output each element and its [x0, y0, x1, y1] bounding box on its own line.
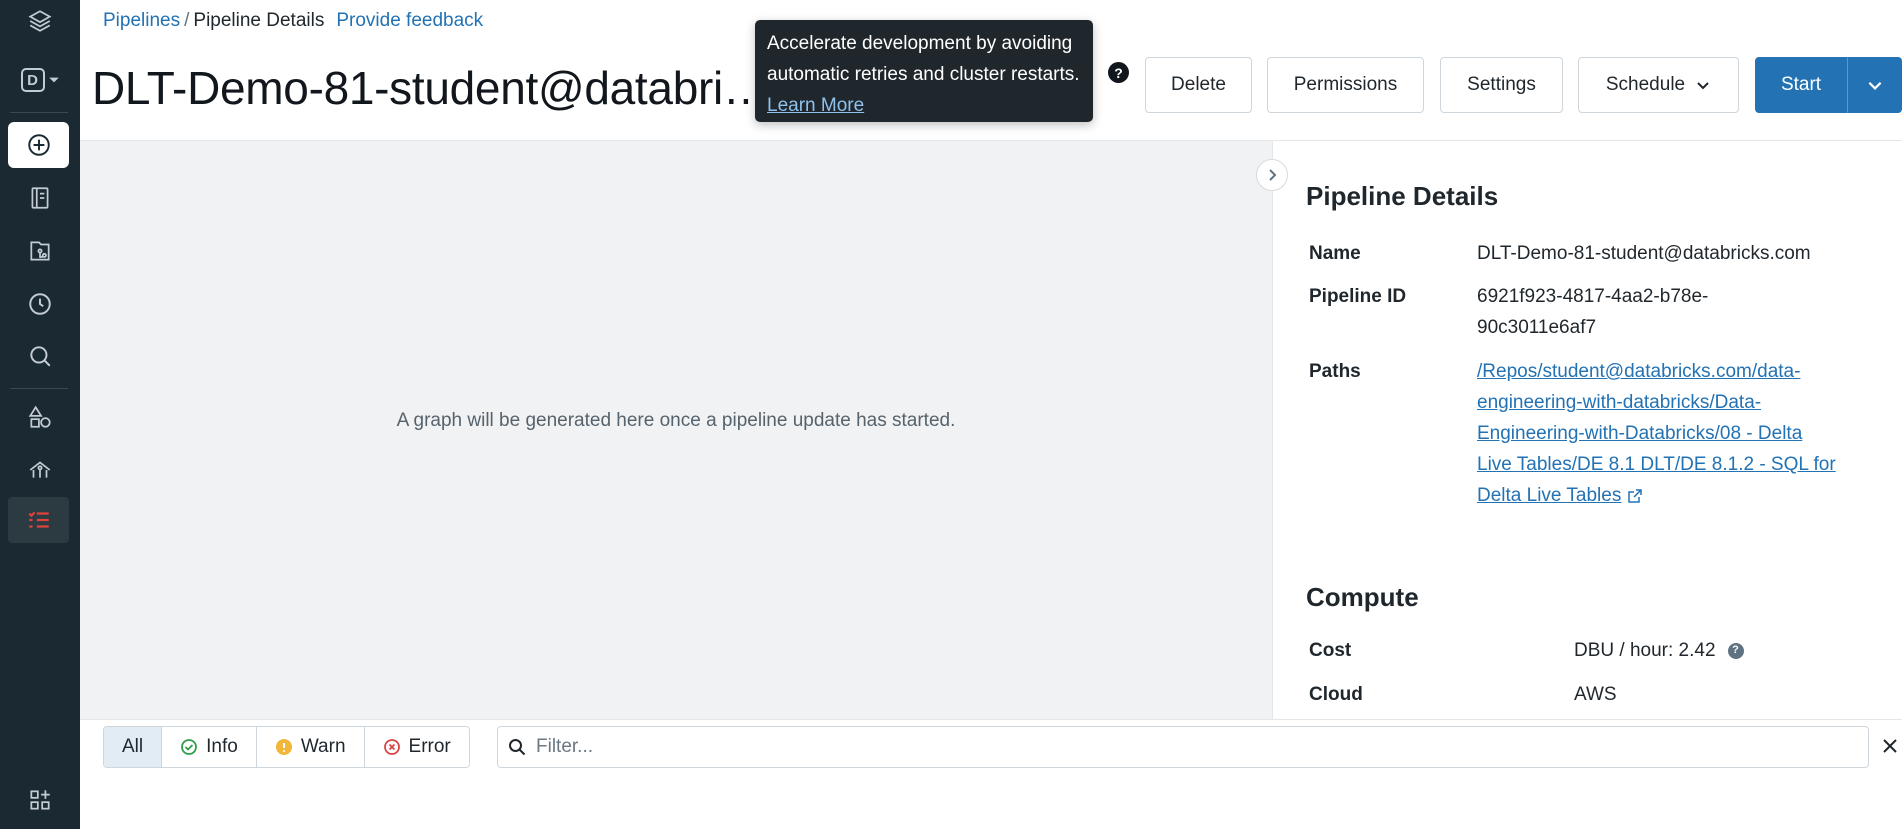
repos-icon[interactable]: [0, 226, 80, 276]
pipeline-id-line: 6921f923-4817-4aa2-b78e-: [1477, 286, 1709, 307]
search-icon: [509, 739, 526, 756]
left-sidebar: D: [0, 0, 80, 829]
pipeline-id-value: 6921f923-4817-4aa2-b78e- 90c3011e6af7: [1477, 281, 1877, 343]
delete-button[interactable]: Delete: [1145, 57, 1252, 113]
filter-all-label: All: [122, 736, 144, 757]
tooltip: Accelerate development by avoiding autom…: [755, 20, 1093, 122]
external-link-icon[interactable]: [1627, 488, 1643, 504]
logo-stack-icon[interactable]: [0, 0, 80, 46]
workspace-icon[interactable]: [0, 173, 80, 223]
path-link[interactable]: /Repos/student@databricks.com/data- engi…: [1477, 356, 1877, 511]
name-value: DLT-Demo-81-student@databricks.com: [1477, 243, 1811, 264]
path-line[interactable]: Delta Live Tables: [1477, 485, 1621, 506]
paths-label: Paths: [1309, 361, 1361, 382]
provide-feedback-link[interactable]: Provide feedback: [336, 10, 483, 31]
chevron-down-icon: [1697, 82, 1709, 90]
search-icon[interactable]: [0, 331, 80, 381]
breadcrumb-current: Pipeline Details: [193, 10, 325, 31]
sidebar-divider: [10, 388, 68, 389]
path-line[interactable]: engineering-with-databricks/Data-: [1477, 387, 1877, 418]
start-options-button[interactable]: [1847, 57, 1902, 113]
compute-heading: Compute: [1306, 582, 1419, 612]
pipeline-details-heading: Pipeline Details: [1306, 181, 1499, 211]
chevron-down-icon: [1868, 81, 1881, 90]
sidebar-divider: [10, 112, 68, 113]
filter-all-button[interactable]: All: [104, 727, 163, 767]
error-circle-icon: [383, 739, 400, 755]
tooltip-text: Accelerate development by avoiding autom…: [767, 33, 1080, 85]
path-line[interactable]: Engineering-with-Databricks/08 - Delta: [1477, 418, 1877, 449]
chevron-right-icon: [1269, 169, 1277, 181]
pipeline-id-label: Pipeline ID: [1309, 286, 1407, 307]
recents-icon[interactable]: [0, 279, 80, 329]
filter-info-button[interactable]: Info: [162, 727, 257, 767]
close-icon[interactable]: [1880, 736, 1900, 756]
cloud-label: Cloud: [1309, 684, 1363, 705]
log-filter-box: [497, 726, 1869, 768]
learn-more-link[interactable]: Learn More: [767, 95, 864, 116]
help-glyph: ?: [1114, 64, 1123, 81]
create-icon[interactable]: [8, 122, 69, 168]
workspace-switcher-icon: D: [20, 68, 45, 92]
log-level-filter: All Info Warn Error: [103, 726, 470, 768]
compute-icon[interactable]: [0, 445, 80, 495]
panel-divider: [1272, 141, 1273, 719]
breadcrumb: Pipelines / Pipeline Details Provide feedba…: [103, 8, 483, 34]
page-title: DLT-Demo-81-student@databri…: [92, 62, 769, 114]
graph-empty-message: A graph will be generated here once a pi…: [396, 410, 956, 431]
start-button[interactable]: Start: [1755, 57, 1847, 113]
schedule-label: Schedule: [1605, 74, 1686, 95]
cost-label: Cost: [1309, 640, 1352, 661]
cost-text: DBU / hour: 2.42: [1574, 640, 1716, 661]
pipeline-graph-area: A graph will be generated here once a pi…: [80, 141, 1272, 719]
filter-warn-button[interactable]: Warn: [256, 727, 365, 767]
check-circle-icon: [181, 739, 198, 755]
path-line[interactable]: Live Tables/DE 8.1 DLT/DE 8.1.2 - SQL fo…: [1477, 449, 1877, 480]
filter-info-label: Info: [206, 736, 238, 757]
pipeline-id-line: 90c3011e6af7: [1477, 317, 1597, 338]
breadcrumb-pipelines-link[interactable]: Pipelines: [103, 10, 180, 31]
path-line[interactable]: /Repos/student@databricks.com/data-: [1477, 356, 1877, 387]
data-icon[interactable]: [0, 392, 80, 442]
workflows-icon[interactable]: [8, 497, 69, 543]
log-filter-input[interactable]: [536, 736, 1868, 758]
settings-button[interactable]: Settings: [1440, 57, 1563, 113]
filter-error-label: Error: [408, 736, 451, 757]
question-icon[interactable]: ?: [1727, 642, 1744, 659]
filter-error-button[interactable]: Error: [364, 727, 469, 767]
chevron-down-icon: [48, 77, 59, 83]
breadcrumb-separator: /: [184, 10, 190, 31]
workspace-switcher[interactable]: D: [0, 55, 80, 105]
cloud-value: AWS: [1574, 684, 1617, 705]
collapse-panel-button[interactable]: [1256, 159, 1288, 191]
help-icon[interactable]: ?: [1108, 62, 1129, 83]
cost-value: DBU / hour: 2.42?: [1574, 635, 1902, 666]
paths-value: /Repos/student@databricks.com/data- engi…: [1477, 356, 1877, 511]
partner-connect-icon[interactable]: [0, 775, 80, 825]
name-label: Name: [1309, 243, 1361, 264]
schedule-button[interactable]: Schedule: [1578, 57, 1739, 113]
warning-circle-icon: [275, 739, 292, 755]
filter-warn-label: Warn: [300, 736, 346, 757]
permissions-button[interactable]: Permissions: [1267, 57, 1424, 113]
